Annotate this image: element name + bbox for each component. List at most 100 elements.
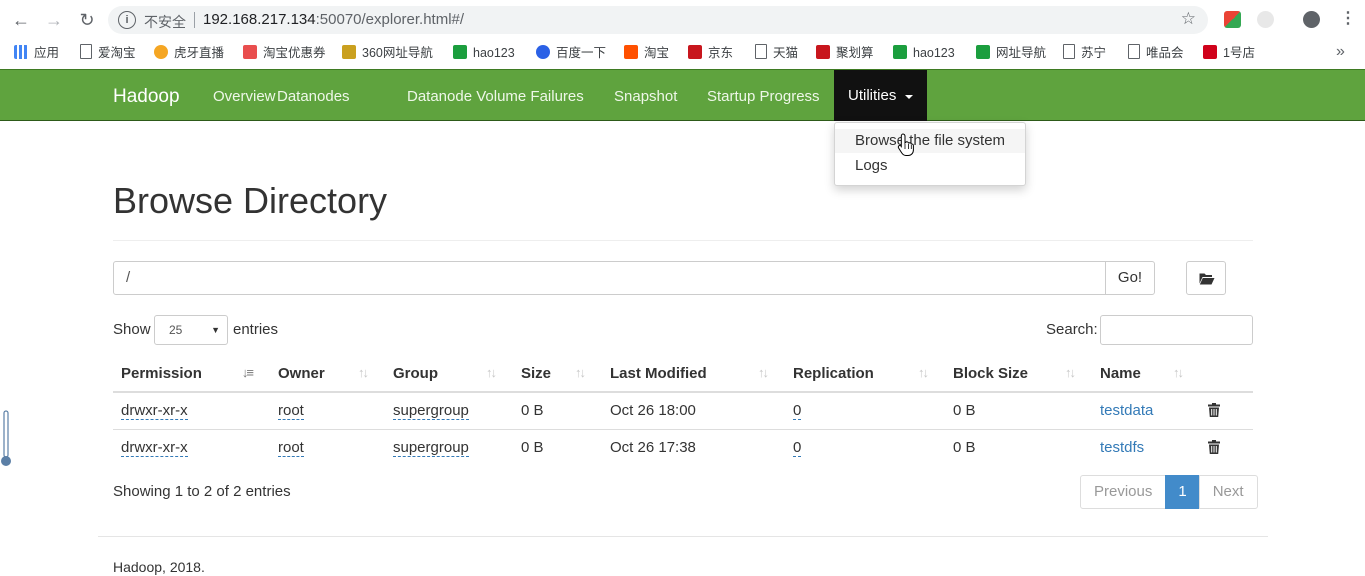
group-value[interactable]: supergroup [393,439,469,458]
url-host: 192.168.217.134 [203,11,316,28]
bookmark-star-icon[interactable]: ☆ [1181,9,1196,29]
select-arrow-icon: ▼ [211,325,220,335]
footer-divider [98,536,1268,537]
nav-utilities-dropdown[interactable]: Utilities [834,70,927,121]
bookmark-item[interactable]: 天猫 [755,44,798,62]
cell-group[interactable]: supergroup [385,392,513,429]
nav-datanodes[interactable]: Datanodes [277,88,350,105]
url-text[interactable]: 192.168.217.134:50070/explorer.html#/ [203,11,464,28]
reload-icon[interactable]: ↻ [76,9,98,31]
bookmark-item[interactable]: 聚划算 [816,44,874,62]
bookmark-item[interactable]: 网址导航 [976,44,1046,62]
bookmark-item[interactable]: 360网址导航 [342,44,433,62]
sort-icon: ↑↓ [1065,365,1076,380]
cell-name[interactable]: testdfs [1092,428,1200,466]
previous-page-button[interactable]: Previous [1080,475,1167,509]
directory-link[interactable]: testdata [1100,402,1153,419]
permission-value[interactable]: drwxr-xr-x [121,402,188,421]
go-button[interactable]: Go! [1105,261,1155,295]
bookmark-label: 百度一下 [556,46,607,60]
cell-last-modified: Oct 26 17:38 [602,428,785,466]
bookmark-item[interactable]: hao123 [453,44,515,62]
hao123-icon [453,45,467,59]
search-input[interactable] [1100,315,1253,345]
bookmark-label: hao123 [913,46,955,60]
menu-item-logs[interactable]: Logs [835,154,1025,178]
column-header-group[interactable]: Group ↑↓ [385,355,513,393]
replication-value[interactable]: 0 [793,402,802,421]
page-icon [80,44,92,59]
cell-last-modified: Oct 26 18:00 [610,402,696,420]
directory-path-input[interactable]: / [113,261,1106,295]
next-page-button[interactable]: Next [1198,475,1258,509]
bookmark-label: 淘宝 [644,46,670,60]
nav-datanode-volume-failures[interactable]: Datanode Volume Failures [407,88,584,105]
sort-icon: ↑↓ [358,365,369,380]
cell-block-size: 0 B [945,428,1092,466]
cell-permission[interactable]: drwxr-xr-x [113,428,270,466]
bookmark-item[interactable]: 1号店 [1203,44,1255,62]
nav-startup-progress[interactable]: Startup Progress [707,88,820,105]
replication-value[interactable]: 0 [793,439,802,458]
menu-item-browse-file-system[interactable]: Browse the file system [835,129,1025,153]
cell-name[interactable]: testdata [1092,392,1200,429]
cell-group[interactable]: supergroup [385,428,513,466]
delete-button[interactable] [1200,428,1253,466]
column-header-replication[interactable]: Replication ↑↓ [785,355,945,393]
cell-permission[interactable]: drwxr-xr-x [113,392,270,429]
cell-replication[interactable]: 0 [785,428,945,466]
bookmark-item[interactable]: 爱淘宝 [80,44,136,62]
extension-icon[interactable] [1224,11,1241,28]
nav-snapshot[interactable]: Snapshot [614,88,677,105]
column-label: Replication [793,364,874,382]
bookmarks-overflow-icon[interactable]: » [1336,43,1345,61]
delete-button[interactable] [1200,392,1253,429]
bookmark-item[interactable]: 淘宝优惠券 [243,44,326,62]
cell-replication[interactable]: 0 [785,392,945,429]
cell-owner[interactable]: root [270,428,385,466]
bookmark-item[interactable]: 百度一下 [536,44,606,62]
bookmark-item[interactable]: 苏宁 [1063,44,1106,62]
page-icon [755,44,767,59]
bookmark-item[interactable]: 淘宝 [624,44,669,62]
folder-open-icon [1199,273,1215,285]
bookmark-item[interactable]: hao123 [893,44,955,62]
permission-value[interactable]: drwxr-xr-x [121,439,188,458]
owner-value[interactable]: root [278,402,304,421]
nav-overview[interactable]: Overview [213,88,276,105]
page-length-value: 25 [169,323,183,337]
info-icon[interactable]: i [118,11,136,29]
taobao-icon [624,45,638,59]
table-header-row: Permission ↓≡ Owner ↑↓ Group ↑↓ Size ↑↓ Last… [113,355,1253,393]
back-arrow-icon[interactable]: ← [10,9,32,31]
sort-icon: ↑↓ [1173,365,1184,380]
address-bar[interactable]: i 不安全 192.168.217.134:50070/explorer.htm… [108,6,1208,34]
page-length-select[interactable]: 25 ▼ [154,315,228,345]
page-1-button[interactable]: 1 [1165,475,1200,509]
owner-value[interactable]: root [278,439,304,458]
forward-arrow-icon[interactable]: → [43,9,65,31]
bookmark-item[interactable]: 京东 [688,44,733,62]
column-header-owner[interactable]: Owner ↑↓ [270,355,385,393]
bookmark-label: 苏宁 [1081,46,1107,60]
extension-gray-icon[interactable] [1257,11,1274,28]
thermometer-icon [1,410,11,466]
browser-menu-icon[interactable]: ⋮ [1340,9,1356,29]
search-label: Search: [1046,321,1098,338]
profile-avatar-icon[interactable] [1303,11,1320,28]
column-header-permission[interactable]: Permission ↓≡ [113,355,270,393]
column-header-name[interactable]: Name ↑↓ [1092,355,1200,393]
brand-link[interactable]: Hadoop [113,86,180,108]
hadoop-navbar: Hadoop Overview Datanodes Datanode Volum… [0,69,1365,121]
bookmark-item[interactable]: 应用 [14,44,59,62]
directory-link[interactable]: testdfs [1100,439,1144,456]
bookmark-item[interactable]: 虎牙直播 [154,44,224,62]
column-header-block-size[interactable]: Block Size ↑↓ [945,355,1092,393]
bookmark-label: 淘宝优惠券 [263,46,326,60]
create-directory-button[interactable] [1186,261,1226,295]
column-header-size[interactable]: Size ↑↓ [513,355,602,393]
column-header-last-modified[interactable]: Last Modified ↑↓ [602,355,785,393]
group-value[interactable]: supergroup [393,402,469,421]
cell-owner[interactable]: root [270,392,385,429]
bookmark-item[interactable]: 唯品会 [1128,44,1184,62]
